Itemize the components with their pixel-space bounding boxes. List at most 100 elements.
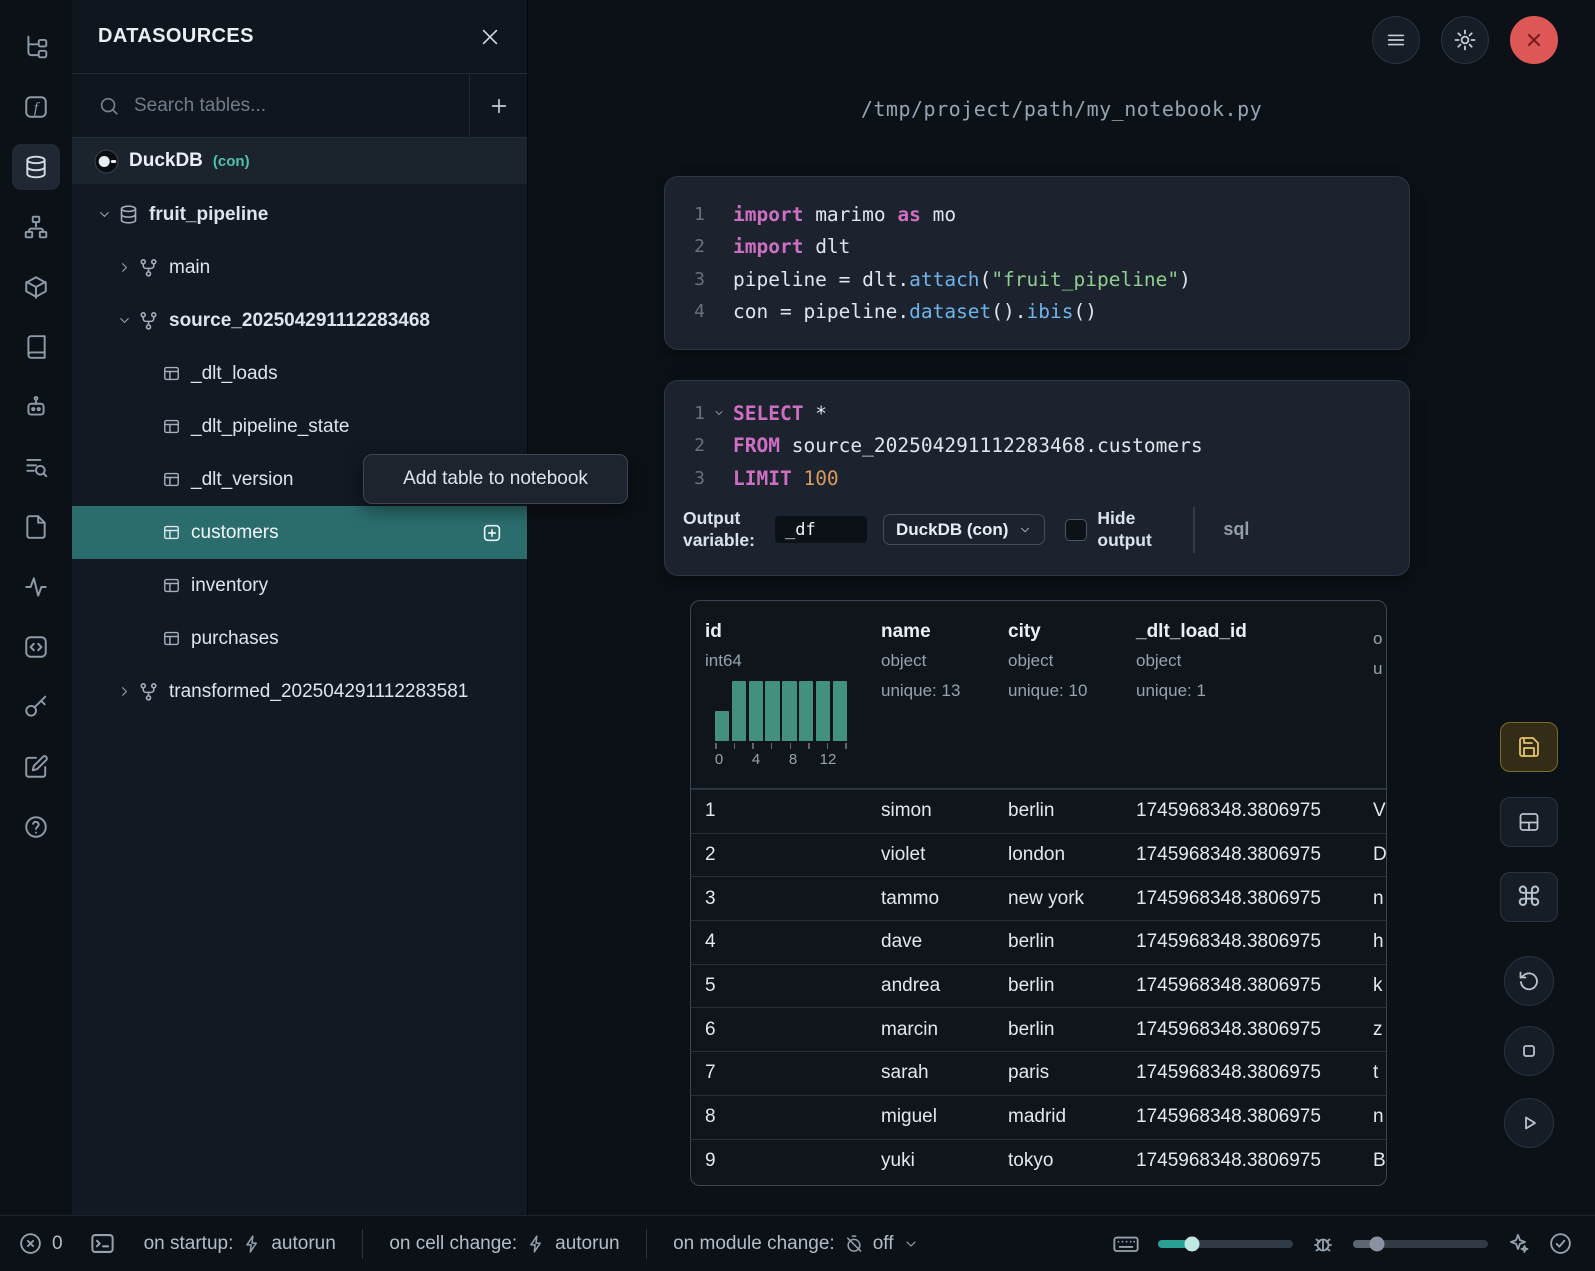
table-row: 4daveberlin1745968348.3806975h [691,920,1386,964]
chevron-down-icon [1018,523,1032,537]
save-button[interactable] [1500,722,1558,772]
column-header-id[interactable]: id int64 0 4 8 12 [705,621,881,774]
on-module-change-setting[interactable]: on module change: off [673,1233,918,1255]
table-row: 8miguelmadrid1745968348.3806975n [691,1095,1386,1139]
tree-item-inventory[interactable]: inventory [72,559,527,612]
window-controls [1372,16,1558,64]
hide-output-checkbox[interactable] [1065,519,1087,541]
keyboard-size-slider[interactable] [1158,1240,1293,1248]
line-number: 3 [665,468,705,489]
add-datasource-button[interactable] [469,74,527,137]
search-input[interactable] [134,95,469,117]
annotations-icon[interactable] [12,744,60,790]
secrets-icon[interactable] [12,684,60,730]
layout-button[interactable] [1500,797,1558,847]
table-row: 9yukitokyo1745968348.3806975B [691,1139,1386,1183]
column-header-clipped[interactable]: o u [1373,621,1387,774]
keyboard-shortcuts-button[interactable]: ⌘ [1500,872,1558,922]
dependencies-icon[interactable] [12,204,60,250]
on-startup-setting[interactable]: on startup: autorun [144,1233,336,1255]
table-icon [162,629,181,648]
tree-item-label: purchases [191,628,279,650]
datasources-icon[interactable] [12,144,60,190]
datasources-panel: DATASOURCES DuckDB (con) fruit_pipeline … [72,0,528,1215]
terminal-icon[interactable] [89,1230,116,1257]
output-variable-input[interactable] [775,516,867,543]
on-module-change-value: off [873,1233,894,1255]
chevron-down-icon [92,207,116,222]
status-bar: 0 on startup: autorun on cell change: au… [0,1215,1595,1271]
tree-item-label: transformed_202504291112283581 [169,681,468,703]
on-cell-change-setting[interactable]: on cell change: autorun [389,1233,619,1255]
chevron-down-icon [903,1236,919,1252]
tree-item-customers[interactable]: customers [72,506,527,559]
add-table-to-notebook-icon[interactable] [481,522,503,544]
tree-item-main[interactable]: main [72,241,527,294]
close-panel-icon[interactable] [479,26,501,48]
functions-icon[interactable]: f [12,84,60,130]
tooltip-add-table: Add table to notebook [363,454,628,504]
keyboard-icon [1112,1230,1140,1258]
search-row [72,74,527,138]
stop-button[interactable] [1504,1026,1554,1076]
snippets-icon[interactable] [12,384,60,430]
on-cell-change-label: on cell change: [389,1233,517,1255]
engine-select-dropdown[interactable]: DuckDB (con) [883,514,1045,545]
datasource-tree: fruit_pipeline main source_2025042911122… [72,184,527,718]
settings-button[interactable] [1441,16,1489,64]
debug-level-slider[interactable] [1353,1240,1488,1248]
tree-item-purchases[interactable]: purchases [72,612,527,665]
table-header: id int64 0 4 8 12 name object unique: 13 [691,601,1386,789]
tree-item-source-schema[interactable]: source_202504291112283468 [72,294,527,347]
duckdb-logo-icon [94,149,119,174]
tooltip-text: Add table to notebook [403,468,588,490]
chevron-right-icon [112,260,136,275]
output-variable-label: Output variable: [683,508,775,552]
close-button[interactable] [1510,16,1558,64]
tree-item-label: source_202504291112283468 [169,310,430,332]
autorun-off-icon [844,1234,864,1254]
sql-cell[interactable]: 1SELECT * 2FROM source_20250429111228346… [664,380,1410,576]
help-icon[interactable] [12,804,60,850]
cell-code-icon[interactable] [12,624,60,670]
table-icon [162,417,181,436]
search-icon [98,95,120,117]
file-tree-icon[interactable] [12,24,60,70]
packages-icon[interactable] [12,264,60,310]
on-cell-change-value: autorun [555,1233,619,1255]
ai-sparkles-icon[interactable] [1506,1232,1530,1256]
bug-icon[interactable] [1311,1232,1335,1256]
logs-icon[interactable] [12,444,60,490]
python-cell[interactable]: 1import marimo as mo 2import dlt 3pipeli… [664,176,1410,350]
tracing-icon[interactable] [12,564,60,610]
check-circle-icon[interactable] [1548,1231,1573,1256]
floating-actions: ⌘ [1500,722,1558,1148]
table-icon [162,470,181,489]
id-histogram-axis: 0 4 8 12 [715,751,847,771]
tree-item-dlt-pipeline-state[interactable]: _dlt_pipeline_state [72,400,527,453]
table-row: 6marcinberlin1745968348.3806975z [691,1007,1386,1051]
tree-item-dlt-loads[interactable]: _dlt_loads [72,347,527,400]
engine-connection: (con) [213,153,250,170]
column-header-city[interactable]: city object unique: 10 [1008,621,1136,774]
error-count-icon[interactable] [18,1231,43,1256]
column-header-dlt-load-id[interactable]: _dlt_load_id object unique: 1 [1136,621,1373,774]
lightning-icon [242,1234,262,1254]
scratchpad-icon[interactable] [12,504,60,550]
menu-button[interactable] [1372,16,1420,64]
run-button[interactable] [1504,1098,1554,1148]
undo-button[interactable] [1504,956,1554,1006]
on-module-change-label: on module change: [673,1233,835,1255]
column-header-name[interactable]: name object unique: 13 [881,621,1008,774]
line-number: 2 [665,435,705,456]
divider [362,1229,364,1259]
svg-text:f: f [34,99,40,116]
tree-item-transformed-schema[interactable]: transformed_202504291112283581 [72,665,527,718]
tree-item-fruit-pipeline[interactable]: fruit_pipeline [72,188,527,241]
result-table[interactable]: id int64 0 4 8 12 name object unique: 13 [690,600,1387,1186]
table-row: 2violetlondon1745968348.3806975D [691,833,1386,877]
engine-row[interactable]: DuckDB (con) [72,138,527,184]
error-count: 0 [52,1233,63,1255]
documentation-icon[interactable] [12,324,60,370]
collapse-chevron-icon[interactable] [705,407,733,419]
